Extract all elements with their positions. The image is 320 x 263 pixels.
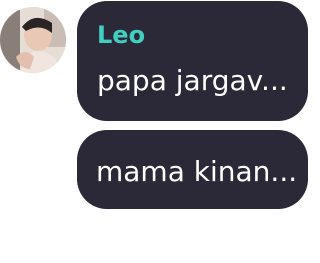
contact-avatar[interactable] [0, 7, 66, 73]
message-bubble[interactable]: mama kinan... [77, 130, 308, 209]
message-bubble[interactable]: Leo papa jargav... [77, 1, 308, 121]
chat-thread: Leo papa jargav... mama kinan... [0, 0, 320, 263]
message-text: papa jargav... [97, 64, 288, 97]
profile-photo-icon [0, 7, 66, 73]
message-text: mama kinan... [96, 155, 298, 188]
sender-name: Leo [97, 21, 146, 49]
